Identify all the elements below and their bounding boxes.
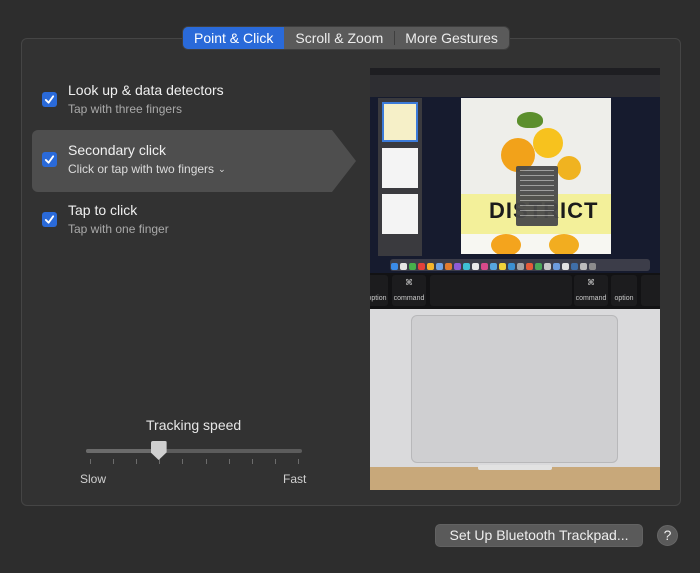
checkmark-icon	[44, 155, 55, 164]
look-up-checkbox[interactable]	[42, 92, 57, 107]
preview-desk	[370, 467, 660, 490]
preview-dock	[390, 259, 650, 271]
help-button[interactable]: ?	[657, 525, 678, 546]
secondary-click-dropdown[interactable]: Click or tap with two fingers ⌄	[68, 162, 226, 176]
slider-tick	[159, 459, 161, 464]
tracking-speed-slider[interactable]	[86, 449, 302, 453]
slider-tick	[90, 459, 91, 464]
checkmark-icon	[44, 215, 55, 224]
slider-tick	[205, 459, 207, 464]
set-up-bluetooth-trackpad-button[interactable]: Set Up Bluetooth Trackpad...	[435, 524, 643, 547]
fast-label: Fast	[283, 472, 307, 486]
slider-tick	[274, 459, 276, 464]
slow-label: Slow	[80, 472, 107, 486]
page-thumbnail	[382, 102, 418, 142]
slider-tick	[182, 459, 184, 464]
option-tap-to-click[interactable]: Tap to click Tap with one finger	[32, 190, 332, 252]
orange-shape	[557, 156, 581, 180]
tap-to-click-title: Tap to click	[68, 202, 138, 218]
key-option-right: option	[611, 275, 637, 306]
secondary-click-subtitle: Click or tap with two fingers	[68, 162, 215, 176]
preview-toolbar	[370, 75, 660, 97]
secondary-click-checkbox[interactable]	[42, 152, 57, 167]
preview-menubar	[370, 68, 660, 75]
key-arrow-left	[641, 275, 660, 306]
key-command-right: ⌘ command	[574, 275, 608, 306]
preview-keyboard: option ⌘ command ⌘ command option	[370, 273, 660, 309]
look-up-title: Look up & data detectors	[68, 82, 224, 98]
preview-screen: DISTRICT	[370, 68, 660, 273]
chevron-down-icon: ⌄	[218, 164, 226, 174]
tap-to-click-subtitle: Tap with one finger	[68, 222, 169, 236]
orange-shape	[549, 234, 579, 254]
slider-tick	[113, 459, 115, 464]
tab-point-and-click[interactable]: Point & Click	[183, 27, 285, 49]
checkmark-icon	[44, 95, 55, 104]
option-secondary-click[interactable]: Secondary click Click or tap with two fi…	[32, 130, 356, 192]
look-up-subtitle: Tap with three fingers	[68, 102, 183, 116]
preview-laptop-edge	[478, 465, 552, 470]
tracking-speed-label: Tracking speed	[146, 417, 242, 433]
tab-bar: Point & Click Scroll & Zoom More Gesture…	[182, 26, 510, 50]
page-thumbnail	[382, 194, 418, 234]
slider-tick	[228, 459, 230, 464]
preview-page-thumbnails	[378, 98, 422, 256]
slider-tick	[298, 459, 299, 464]
key-option-left: option	[370, 275, 388, 306]
option-look-up[interactable]: Look up & data detectors Tap with three …	[32, 70, 332, 132]
orange-shape	[491, 234, 521, 254]
key-space	[430, 275, 572, 306]
gesture-preview-image: DISTRICT option ⌘ command ⌘ command opti…	[370, 68, 660, 490]
preview-trackpad	[411, 315, 618, 463]
preview-context-menu	[516, 166, 558, 226]
orange-shape	[533, 128, 563, 158]
slider-fill	[86, 449, 158, 453]
secondary-click-title: Secondary click	[68, 142, 167, 158]
page-thumbnail	[382, 148, 418, 188]
tab-scroll-and-zoom[interactable]: Scroll & Zoom	[284, 27, 394, 49]
leaf-shape	[517, 112, 543, 128]
key-command-left: ⌘ command	[392, 275, 426, 306]
tap-to-click-checkbox[interactable]	[42, 212, 57, 227]
slider-tick	[136, 459, 138, 464]
slider-tick	[251, 459, 253, 464]
tab-more-gestures[interactable]: More Gestures	[394, 27, 509, 49]
